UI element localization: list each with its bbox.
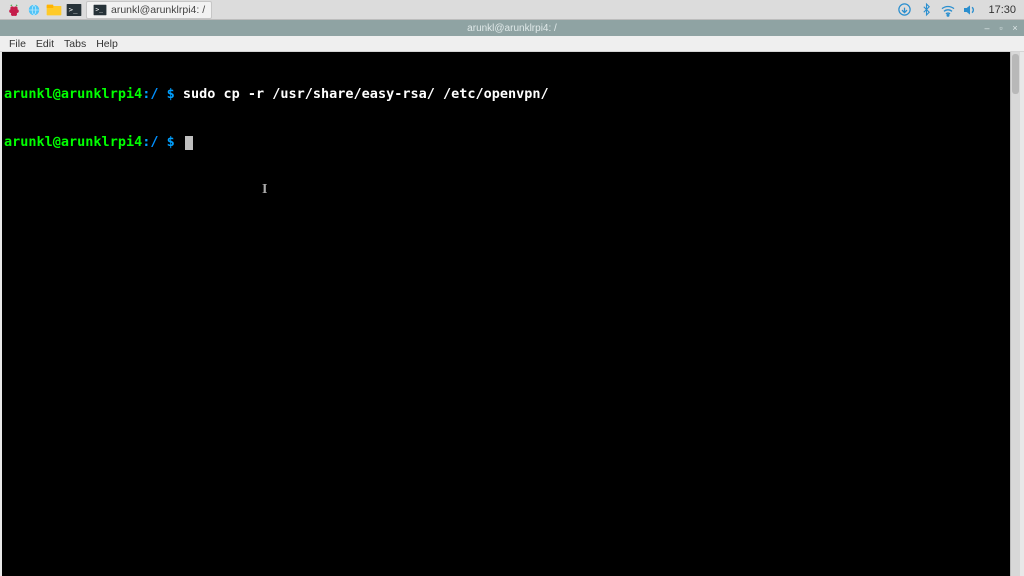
- prompt-user: arunkl: [4, 134, 53, 150]
- raspberry-menu-icon[interactable]: [5, 1, 23, 19]
- scrollbar-thumb[interactable]: [1012, 54, 1019, 94]
- close-button[interactable]: ×: [1010, 23, 1020, 33]
- menubar: File Edit Tabs Help: [0, 36, 1024, 52]
- volume-icon[interactable]: [962, 2, 978, 18]
- prompt-at: @: [53, 134, 61, 150]
- menu-help[interactable]: Help: [91, 38, 123, 50]
- taskbar-item-terminal[interactable]: >_ arunkl@arunklrpi4: /: [86, 1, 212, 19]
- window-title: arunkl@arunklrpi4: /: [467, 23, 557, 34]
- bluetooth-icon[interactable]: [918, 2, 934, 18]
- terminal-container: arunkl@arunklrpi4:/ $ sudo cp -r /usr/sh…: [0, 52, 1024, 576]
- file-manager-icon[interactable]: [45, 1, 63, 19]
- mouse-ibeam-cursor: I: [262, 182, 267, 198]
- terminal-line: arunkl@arunklrpi4:/ $: [4, 134, 1008, 150]
- taskbar-item-label: arunkl@arunklrpi4: /: [111, 4, 205, 16]
- panel-right: 17:30: [896, 0, 1020, 19]
- web-browser-icon[interactable]: [25, 1, 43, 19]
- prompt-dollar: $: [158, 86, 182, 102]
- top-panel: >_ >_ arunkl@arunklrpi4: / 17:30: [0, 0, 1024, 20]
- menu-tabs[interactable]: Tabs: [59, 38, 91, 50]
- menu-file[interactable]: File: [4, 38, 31, 50]
- menu-edit[interactable]: Edit: [31, 38, 59, 50]
- prompt-user: arunkl: [4, 86, 53, 102]
- command-text: sudo cp -r /usr/share/easy-rsa/ /etc/ope…: [183, 86, 549, 102]
- prompt-host: arunklrpi4: [61, 86, 142, 102]
- terminal-cursor: [185, 136, 193, 150]
- terminal-line: arunkl@arunklrpi4:/ $ sudo cp -r /usr/sh…: [4, 86, 1008, 102]
- updates-icon[interactable]: [896, 2, 912, 18]
- prompt-host: arunklrpi4: [61, 134, 142, 150]
- terminal[interactable]: arunkl@arunklrpi4:/ $ sudo cp -r /usr/sh…: [2, 52, 1010, 576]
- terminal-launcher-icon[interactable]: >_: [65, 1, 83, 19]
- panel-left: >_ >_ arunkl@arunklrpi4: /: [4, 0, 212, 19]
- minimize-button[interactable]: –: [982, 23, 992, 33]
- window-controls: – ▫ ×: [982, 20, 1020, 36]
- prompt-dollar: $: [158, 134, 182, 150]
- prompt-at: @: [53, 86, 61, 102]
- svg-text:>_: >_: [69, 5, 78, 14]
- maximize-button[interactable]: ▫: [996, 23, 1006, 33]
- terminal-scrollbar[interactable]: [1010, 52, 1020, 576]
- wifi-icon[interactable]: [940, 2, 956, 18]
- window-titlebar[interactable]: arunkl@arunklrpi4: / – ▫ ×: [0, 20, 1024, 36]
- clock[interactable]: 17:30: [984, 4, 1020, 16]
- taskbar-terminal-icon: >_: [93, 3, 107, 17]
- svg-text:>_: >_: [95, 5, 103, 13]
